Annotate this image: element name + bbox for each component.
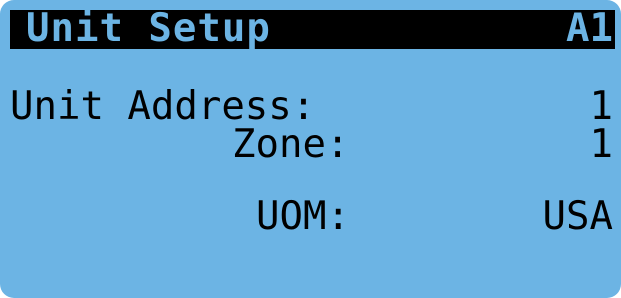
uom-label: UOM: [256, 194, 350, 239]
zone-value[interactable]: 1 [590, 124, 613, 166]
screen-title: Unit Setup [26, 6, 271, 51]
lcd-screen: Unit Setup A1 Unit Address: 1 Zone: 1 UO… [0, 0, 621, 298]
title-bar: Unit Setup A1 [10, 6, 615, 51]
screen-code: A1 [566, 6, 613, 51]
uom-value[interactable]: USA [543, 196, 613, 238]
zone-label: Zone: [232, 122, 350, 167]
